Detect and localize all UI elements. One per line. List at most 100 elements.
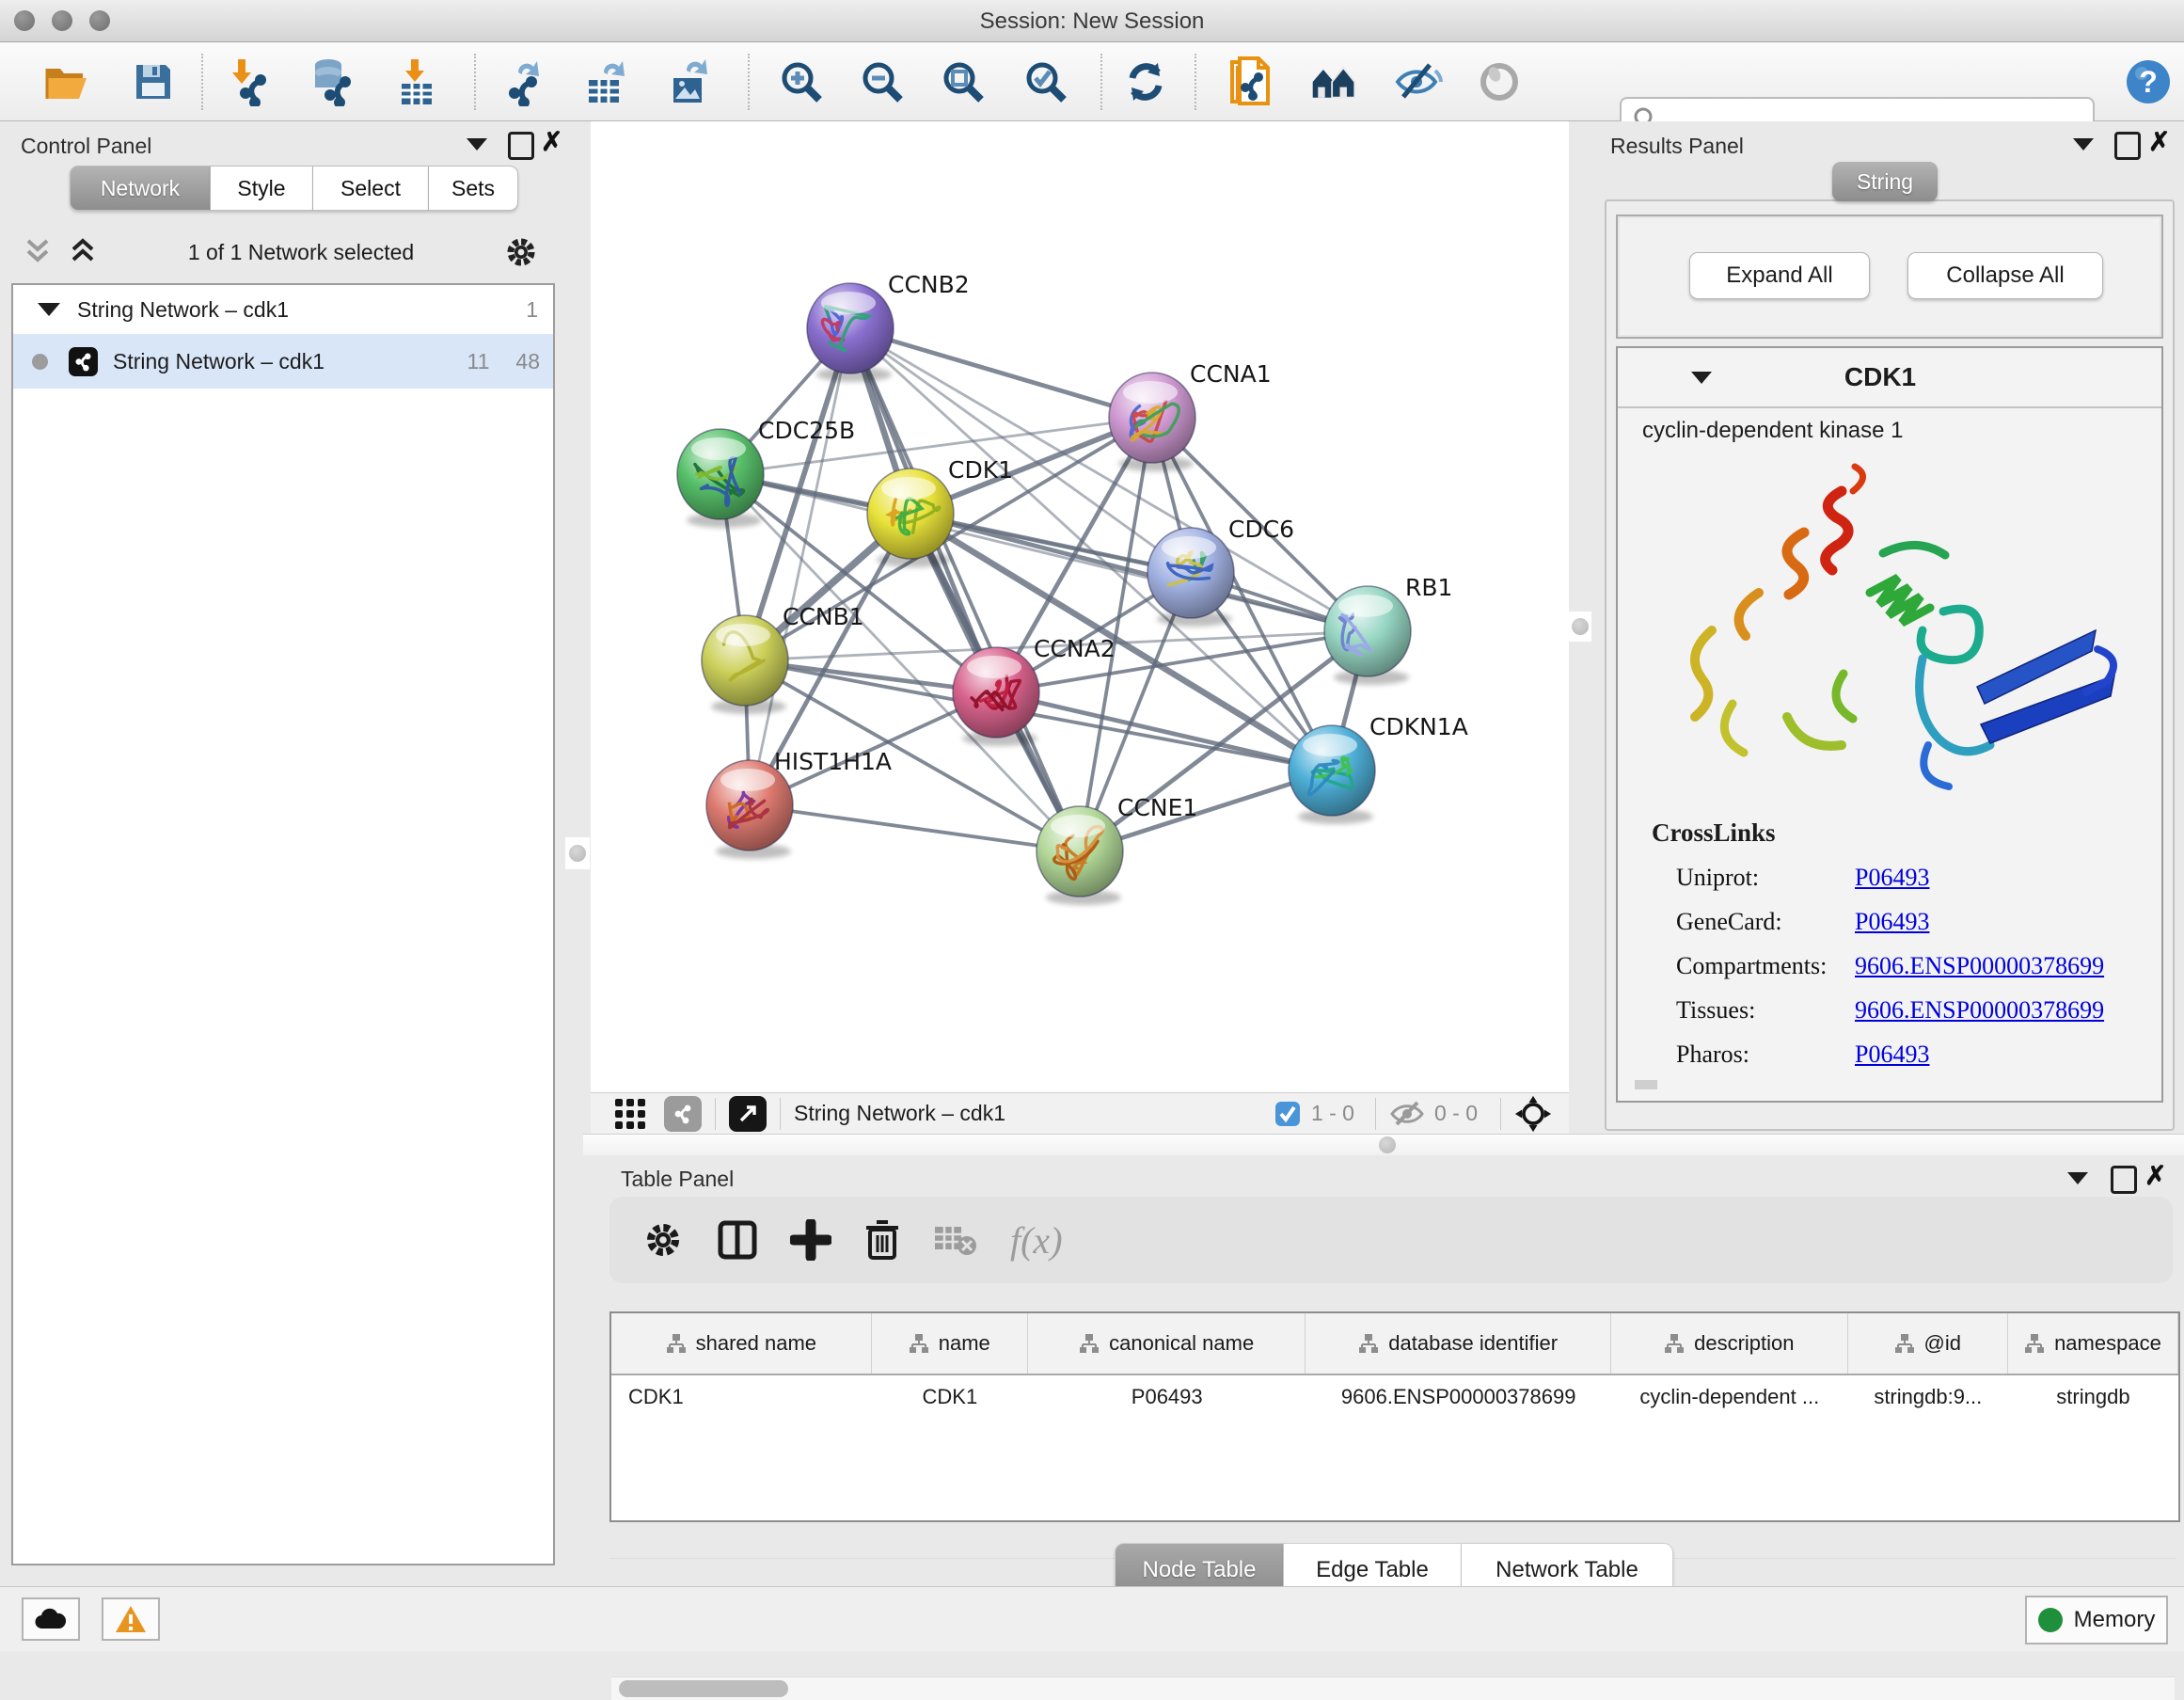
cloud-button[interactable] [22,1597,80,1641]
network-collection-row[interactable]: String Network – cdk1 1 [13,285,553,334]
tab-network[interactable]: Network [70,166,211,211]
edge-CCNA2-CDKN1A[interactable] [996,692,1332,771]
import-network-button[interactable] [224,57,273,106]
selected-checkbox-icon[interactable] [1274,1100,1302,1128]
network-row-selected[interactable]: String Network – cdk1 11 48 [13,334,553,389]
node-CDKN1A[interactable]: CDKN1A [1289,713,1468,824]
table-splitter[interactable] [583,1134,2184,1156]
table-delete-button[interactable] [863,1218,901,1262]
edge-CCNB2-CCNA1[interactable] [850,328,1152,418]
detach-view-button[interactable] [729,1096,767,1132]
results-panel-close-icon[interactable]: ✗ [2148,132,2170,152]
network-options-gear-icon[interactable] [502,233,540,271]
crosslink-link[interactable]: 9606.ENSP00000378699 [1855,952,2104,980]
section-collapse-icon[interactable] [1691,372,1712,384]
column-header-namespace[interactable]: namespace [2008,1313,2178,1374]
crosslink-link[interactable]: P06493 [1855,908,1929,936]
zoom-selected-button[interactable] [1021,57,1070,106]
hidden-eye-icon[interactable] [1389,1100,1425,1128]
open-session-button[interactable] [42,57,91,106]
zoom-in-button[interactable] [777,57,826,106]
control-panel-float-icon[interactable] [508,132,534,160]
table-cell[interactable]: stringdb [2008,1385,2178,1409]
column-header-name[interactable]: name [872,1313,1028,1374]
network-from-document-button[interactable] [1225,57,1274,106]
crosslink-link[interactable]: 9606.ENSP00000378699 [1855,996,2104,1025]
zoom-fit-icon [941,59,986,104]
column-header-databaseidentifier[interactable]: database identifier [1306,1313,1610,1374]
section-description: cyclin-dependent kinase 1 [1642,418,1904,444]
node-RB1[interactable]: RB1 [1324,574,1452,685]
memory-button[interactable]: Memory [2025,1596,2168,1644]
table-panel-menu-icon[interactable] [2067,1172,2088,1184]
cdk1-section-header[interactable]: CDK1 [1618,348,2161,408]
control-panel-close-icon[interactable]: ✗ [541,132,562,152]
right-splitter[interactable] [1569,121,1591,1134]
edge-HIST1H1A-CCNE1[interactable] [750,805,1080,851]
table-gear-button[interactable] [641,1218,685,1262]
cloud-icon [34,1608,68,1630]
tab-style[interactable]: Style [211,166,313,211]
export-network-button[interactable] [499,57,547,106]
splitter-handle[interactable] [569,845,586,862]
zoom-fit-button[interactable] [939,57,988,106]
table-panel-close-icon[interactable]: ✗ [2144,1166,2166,1186]
expand-all-button[interactable]: Expand All [1689,252,1870,299]
export-image-button[interactable] [664,57,713,106]
table-columns-button[interactable] [717,1219,758,1261]
home-button[interactable] [1309,57,1358,106]
splitter-handle[interactable] [1572,618,1589,635]
zoom-out-button[interactable] [858,57,907,106]
node-HIST1H1A[interactable]: HIST1H1A [706,748,892,859]
expand-all-icon[interactable] [66,237,100,267]
control-panel-menu-icon[interactable] [467,138,487,151]
table-cell[interactable]: stringdb:9... [1848,1385,2008,1409]
help-button[interactable]: ? [2124,57,2173,106]
refresh-layout-button[interactable] [1121,57,1170,106]
table-cell[interactable]: CDK1 [872,1385,1028,1409]
import-network-icon [225,57,272,106]
table-hscrollbar[interactable] [611,1676,2175,1700]
birdseye-grid-icon[interactable] [611,1096,649,1132]
column-header-sharedname[interactable]: shared name [611,1313,872,1374]
node-CCNE1[interactable]: CCNE1 [1037,794,1197,905]
node-CCNB1[interactable]: CCNB1 [702,603,864,714]
table-cell[interactable]: cyclin-dependent ... [1611,1385,1848,1409]
network-canvas[interactable]: CCNB2CCNA1CDC25BCDK1CDC6RB1CCNB1CCNA2CDK… [591,121,1569,1092]
inspector-orb-button[interactable] [1475,57,1524,106]
table-cell[interactable]: 9606.ENSP00000378699 [1306,1385,1611,1409]
tab-string[interactable]: String [1832,162,1938,201]
node-CDC6[interactable]: CDC6 [1147,516,1294,627]
collapse-all-icon[interactable] [21,237,55,267]
table-row[interactable]: CDK1CDK1P064939606.ENSP00000378699cyclin… [611,1375,2178,1419]
splitter-handle[interactable] [1379,1136,1396,1153]
export-table-button[interactable] [581,57,630,106]
results-scrollbar-thumb[interactable] [1635,1080,1657,1089]
network-view-toolbar: String Network – cdk1 1 - 0 0 - 0 [591,1092,1569,1134]
table-panel-float-icon[interactable] [2111,1166,2137,1194]
node-CCNA2[interactable]: CCNA2 [953,635,1116,746]
string-panel-toggle-button[interactable] [664,1096,702,1132]
column-header-canonicalname[interactable]: canonical name [1028,1313,1306,1374]
results-panel-menu-icon[interactable] [2073,138,2094,151]
table-hscrollbar-thumb[interactable] [619,1680,788,1697]
table-cell[interactable]: P06493 [1028,1385,1306,1409]
table-cell[interactable]: CDK1 [611,1385,872,1409]
import-database-button[interactable] [307,57,356,106]
table-add-button[interactable] [790,1219,831,1261]
warnings-button[interactable] [102,1597,160,1641]
pan-move-icon[interactable] [1514,1095,1552,1133]
save-session-button[interactable] [129,57,178,106]
import-table-button[interactable] [391,57,440,106]
node-CCNB2[interactable]: CCNB2 [807,271,970,382]
tree-expand-icon[interactable] [38,303,60,316]
hide-panel-button[interactable] [1394,57,1443,106]
crosslink-link[interactable]: P06493 [1855,1041,1929,1069]
collapse-all-button[interactable]: Collapse All [1907,252,2103,299]
results-panel-float-icon[interactable] [2114,132,2141,160]
column-header-description[interactable]: description [1611,1313,1848,1374]
tab-select[interactable]: Select [313,166,429,211]
tab-sets[interactable]: Sets [429,166,518,211]
column-header-id[interactable]: @id [1848,1313,2008,1374]
crosslink-link[interactable]: P06493 [1855,864,1929,892]
